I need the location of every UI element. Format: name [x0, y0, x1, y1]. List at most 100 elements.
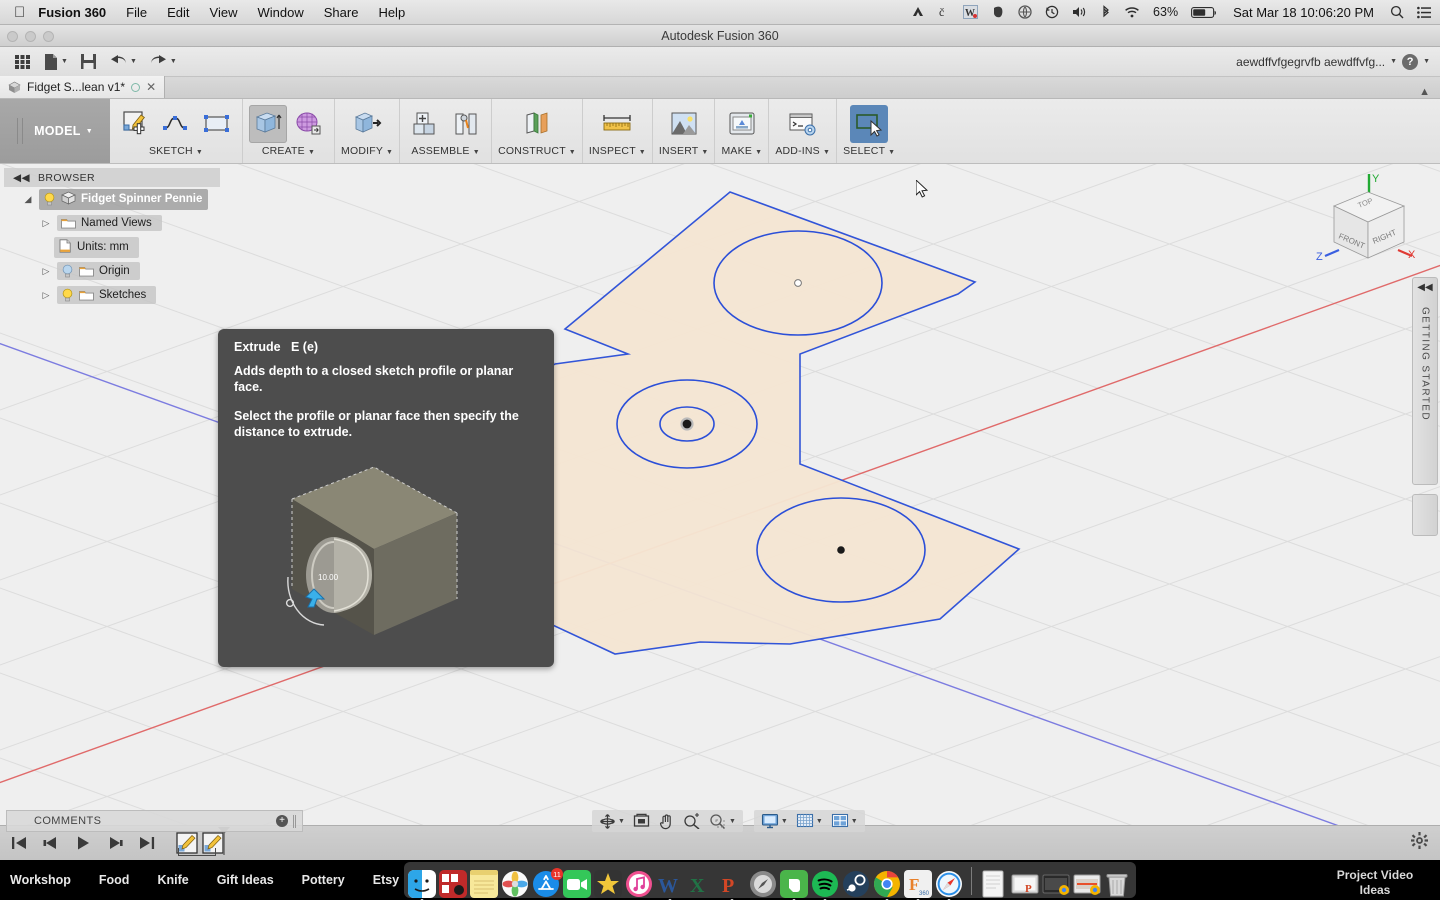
save-icon[interactable] — [75, 50, 102, 74]
browser-item-sketches[interactable]: ▷ Sketches — [4, 283, 220, 307]
chevron-down-icon[interactable]: ▼ — [1423, 58, 1430, 65]
ribbon-group-assemble-label[interactable]: ASSEMBLE ▼ — [411, 145, 479, 157]
menu-app-name[interactable]: Fusion 360 — [38, 5, 106, 20]
chevron-down-icon[interactable]: ▼ — [130, 58, 137, 65]
expanded-arrow-icon[interactable]: ◢ — [22, 194, 34, 205]
facetime-icon[interactable] — [563, 870, 591, 898]
ribbon-group-construct-label[interactable]: CONSTRUCT ▼ — [498, 145, 576, 157]
dock-stack-pottery[interactable]: Pottery — [302, 873, 345, 887]
word-icon[interactable]: W — [656, 870, 684, 900]
menu-file[interactable]: File — [126, 5, 147, 20]
light-on-icon[interactable] — [43, 192, 56, 206]
orbit-icon[interactable]: ▼ — [596, 811, 628, 831]
chevron-down-icon[interactable]: ▼ — [61, 58, 68, 65]
volume-icon[interactable] — [1072, 5, 1088, 19]
minimize-button[interactable] — [25, 31, 36, 42]
spotify-icon[interactable] — [811, 870, 839, 900]
excel-icon[interactable]: X — [687, 870, 715, 898]
zoom-icon[interactable] — [680, 811, 704, 831]
battery-percent[interactable]: 63% — [1153, 5, 1178, 19]
ribbon-group-addins-label[interactable]: ADD-INS ▼ — [775, 145, 830, 157]
undo-icon[interactable]: ▼ — [104, 50, 142, 74]
step-back-icon[interactable] — [40, 832, 62, 854]
dock-stack-workshop[interactable]: Workshop — [10, 873, 71, 887]
help-button[interactable]: ? — [1402, 53, 1419, 70]
zoom-window-icon[interactable]: ▼ — [706, 811, 739, 831]
dock-stack-food[interactable]: Food — [99, 873, 130, 887]
evernote-icon[interactable] — [991, 5, 1005, 19]
menu-window[interactable]: Window — [257, 5, 303, 20]
browser-item-named-views[interactable]: ▷ Named Views — [4, 211, 220, 235]
dock-stack-knife[interactable]: Knife — [157, 873, 188, 887]
chevron-down-icon[interactable]: ▼ — [86, 128, 93, 135]
dropbox-icon[interactable] — [1018, 5, 1032, 19]
ribbon-group-modify-label[interactable]: MODIFY ▼ — [341, 145, 393, 157]
collapsed-arrow-icon[interactable]: ▷ — [40, 290, 52, 301]
look-at-icon[interactable] — [630, 811, 653, 831]
chevron-down-icon[interactable]: ▼ — [618, 818, 625, 825]
document-window-icon[interactable] — [980, 870, 1008, 898]
finder-icon[interactable] — [408, 870, 436, 900]
account-name[interactable]: aewdffvfgegrvfb aewdffvfg... — [1236, 55, 1385, 69]
apple-icon[interactable]:  — [14, 5, 25, 20]
offset-plane-icon[interactable] — [518, 105, 556, 143]
3d-print-icon[interactable] — [723, 105, 761, 143]
form-icon[interactable] — [290, 105, 328, 143]
ribbon-group-inspect-label[interactable]: INSPECT ▼ — [589, 145, 646, 157]
fusion360-icon[interactable]: F 360 — [904, 870, 932, 900]
light-off-icon[interactable] — [61, 264, 74, 278]
document-tab[interactable]: Fidget S...lean v1* ✕ — [0, 76, 166, 98]
viewports-icon[interactable]: ▼ — [828, 811, 861, 831]
light-on-icon[interactable] — [61, 288, 74, 302]
browser-item-origin[interactable]: ▷ Origin — [4, 259, 220, 283]
scripts-addins-icon[interactable] — [784, 105, 822, 143]
trash-icon[interactable] — [1104, 870, 1132, 898]
keynote-window-icon[interactable]: P — [1011, 870, 1039, 898]
ribbon-group-create-label[interactable]: CREATE ▼ — [262, 145, 315, 157]
chevron-down-icon[interactable]: ▼ — [781, 818, 788, 825]
app-grid-icon[interactable] — [8, 50, 36, 74]
search-icon[interactable] — [1390, 5, 1404, 19]
dock-right-label[interactable]: Project Video Ideas — [1320, 868, 1430, 898]
photos-icon[interactable] — [501, 870, 529, 898]
menu-bar-clock[interactable]: Sat Mar 18 10:06:20 PM — [1233, 5, 1374, 20]
wifi-icon[interactable] — [1124, 5, 1140, 19]
collapse-right-icon[interactable]: ◀◀ — [1417, 282, 1432, 293]
comments-bar[interactable]: COMMENTS + — [6, 810, 303, 832]
joint-icon[interactable] — [447, 105, 485, 143]
go-to-beginning-icon[interactable] — [8, 832, 30, 854]
collapsed-arrow-icon[interactable]: ▷ — [40, 266, 52, 277]
chevron-down-icon[interactable]: ▼ — [729, 818, 736, 825]
panel-resize-handle[interactable] — [1412, 494, 1438, 536]
insert-image-icon[interactable] — [665, 105, 703, 143]
notes-icon[interactable] — [470, 870, 498, 898]
ribbon-group-make-label[interactable]: MAKE ▼ — [721, 145, 762, 157]
ribbon-group-insert-label[interactable]: INSERT ▼ — [659, 145, 709, 157]
ribbon-group-select-label[interactable]: SELECT ▼ — [843, 145, 895, 157]
workspace-switcher[interactable]: MODEL ▼ — [0, 99, 110, 163]
play-icon[interactable] — [72, 832, 94, 854]
chevron-down-icon[interactable]: ▼ — [816, 818, 823, 825]
safari-tech-icon[interactable] — [749, 870, 777, 898]
select-icon[interactable] — [850, 105, 889, 143]
pan-icon[interactable] — [655, 811, 678, 831]
measure-icon[interactable] — [598, 105, 636, 143]
menu-share[interactable]: Share — [324, 5, 359, 20]
chevron-down-icon[interactable]: ▼ — [851, 818, 858, 825]
imovie-icon[interactable] — [594, 870, 622, 898]
drive-icon[interactable] — [911, 5, 925, 19]
dock-stack-gift-ideas[interactable]: Gift Ideas — [217, 873, 274, 887]
display-settings-icon[interactable]: ▼ — [758, 811, 791, 831]
chevron-up-icon[interactable]: ▲ — [1419, 86, 1440, 98]
go-to-end-icon[interactable] — [136, 832, 158, 854]
browser-item-units[interactable]: Units: mm — [4, 235, 220, 259]
spline-icon[interactable] — [157, 105, 195, 143]
menu-edit[interactable]: Edit — [167, 5, 189, 20]
create-sketch-icon[interactable] — [116, 105, 154, 143]
chrome-window-icon[interactable] — [1042, 870, 1070, 898]
browser-item-root[interactable]: ◢ Fidget Spinner Pennie — [4, 187, 220, 211]
timemachine-icon[interactable] — [1045, 5, 1059, 19]
close-button[interactable] — [7, 31, 18, 42]
add-comment-icon[interactable]: + — [276, 815, 288, 827]
press-pull-icon[interactable] — [348, 105, 386, 143]
